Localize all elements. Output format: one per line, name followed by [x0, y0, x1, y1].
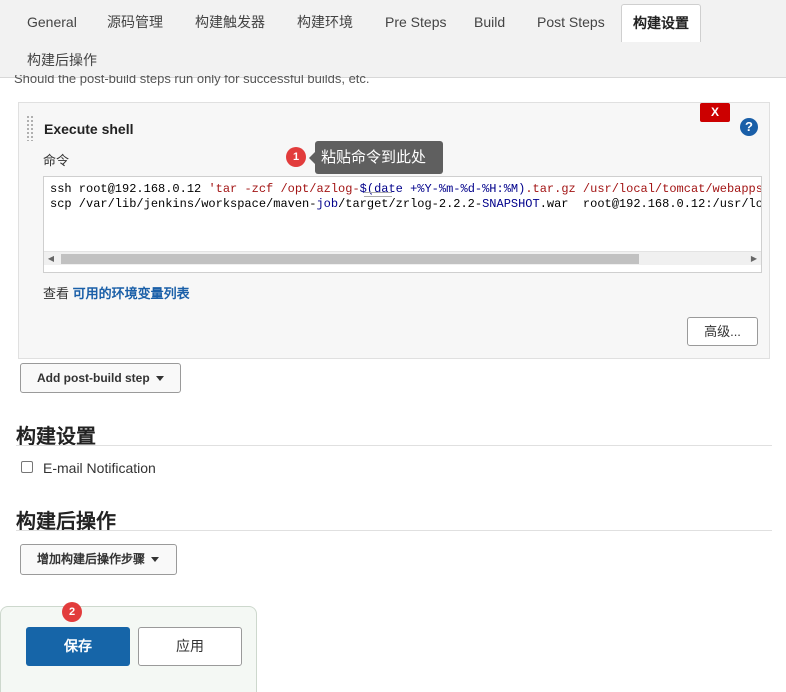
env-vars-prefix: 查看 [43, 286, 70, 301]
editor-resize-handle[interactable] [364, 192, 392, 197]
code-line1-string: 'tar -zcf /opt/azlog- [208, 182, 360, 196]
command-code[interactable]: ssh root@192.168.0.12 'tar -zcf /opt/azl… [50, 182, 762, 212]
tab-build-triggers[interactable]: 构建触发器 [184, 4, 276, 42]
section-divider [16, 445, 772, 446]
email-notification-label[interactable]: E-mail Notification [43, 460, 156, 476]
tab-post-steps[interactable]: Post Steps [526, 4, 616, 42]
annotation-badge-2: 2 [62, 602, 82, 622]
add-post-build-step-label: Add post-build step [37, 371, 150, 385]
code-line2-snapshot: SNAPSHOT [482, 197, 540, 211]
drag-handle[interactable] [26, 115, 35, 141]
tab-general[interactable]: General [16, 4, 88, 42]
command-editor[interactable]: ssh root@192.168.0.12 'tar -zcf /opt/azl… [43, 176, 762, 273]
code-line2-part-b: /target/zrlog-2.2.2- [338, 197, 483, 211]
env-vars-hint: 查看 可用的环境变量列表 [43, 283, 190, 302]
apply-button[interactable]: 应用 [138, 627, 242, 666]
advanced-button[interactable]: 高级... [687, 317, 758, 346]
annotation-badge-1: 1 [286, 147, 306, 167]
code-line2-part-c: .war root@192.168.0.12:/usr/local/tomcat… [539, 197, 761, 211]
add-post-build-action-button[interactable]: 增加构建后操作步骤 [20, 544, 177, 575]
paste-command-tooltip: 粘贴命令到此处 [309, 141, 443, 174]
tab-pre-steps[interactable]: Pre Steps [374, 4, 457, 42]
caret-down-icon [155, 376, 164, 382]
code-line2-job: job [316, 197, 339, 211]
code-line1-cmd: ssh root@192.168.0.12 [50, 182, 209, 196]
command-label: 命令 [43, 153, 70, 168]
code-line2-part-a: scp /var/lib/jenkins/workspace/maven- [50, 197, 317, 211]
tab-scm[interactable]: 源码管理 [96, 4, 174, 42]
tab-build-settings[interactable]: 构建设置 [621, 4, 701, 42]
config-tab-bar: General 源码管理 构建触发器 构建环境 Pre Steps Build … [0, 0, 786, 78]
email-notification-checkbox[interactable] [21, 461, 33, 473]
scroll-right-icon[interactable]: ▶ [747, 252, 761, 266]
code-line1-string-end: .tar.gz /usr/local/tomcat/webapps/*' [525, 182, 762, 196]
section-divider [16, 530, 772, 531]
add-post-build-action-label: 增加构建后操作步骤 [37, 552, 146, 566]
scroll-left-icon[interactable]: ◀ [44, 252, 58, 266]
horizontal-scrollbar[interactable]: ◀ ▶ [44, 251, 761, 265]
tab-build[interactable]: Build [463, 4, 516, 42]
add-post-build-step-button[interactable]: Add post-build step [20, 363, 181, 393]
env-vars-link[interactable]: 可用的环境变量列表 [73, 286, 190, 301]
delete-step-button[interactable]: X [700, 103, 730, 122]
scrollbar-thumb[interactable] [61, 254, 639, 264]
tab-post-build-actions[interactable]: 构建后操作 [16, 42, 108, 80]
tab-build-environment[interactable]: 构建环境 [286, 4, 364, 42]
caret-down-icon [151, 557, 160, 563]
execute-shell-title: Execute shell [44, 121, 134, 137]
help-icon[interactable]: ? [740, 118, 758, 136]
save-button[interactable]: 保存 [26, 627, 130, 666]
